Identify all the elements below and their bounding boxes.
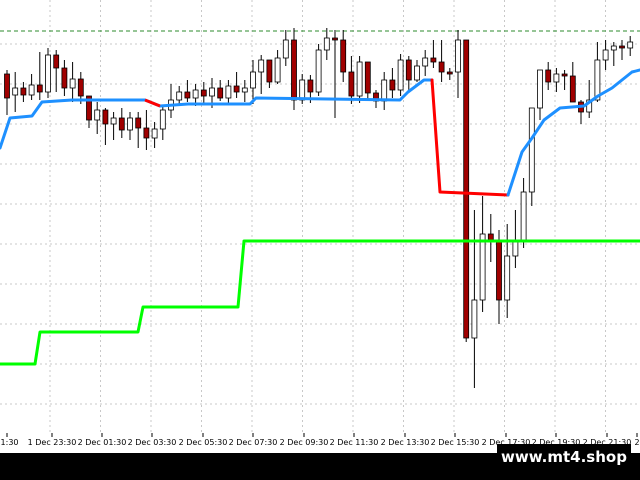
chart-svg [0, 0, 640, 433]
candle-bull [250, 71, 256, 89]
candle-bear [389, 79, 396, 91]
candle-bear [4, 73, 10, 99]
candle-bull [504, 255, 511, 301]
candle-bull [12, 87, 19, 96]
x-tick-label: 2 Dec 07:30 [229, 438, 278, 447]
candle-bear [36, 84, 43, 93]
candle-bull [610, 45, 617, 51]
candle-bear [364, 61, 371, 94]
candle-bull [282, 39, 289, 59]
candle-bull [479, 233, 486, 301]
candle-bull [356, 61, 363, 97]
candle-bear [217, 87, 224, 99]
candle-bull [602, 49, 609, 61]
candle-bear [200, 89, 207, 97]
candle-bull [528, 107, 535, 193]
candle-bull [471, 299, 478, 339]
candle-bull [455, 39, 461, 73]
candle-bear [184, 91, 191, 99]
candle-bear [102, 109, 109, 125]
candle-bull [209, 87, 215, 97]
x-tick-label: 2 Dec 01:30 [78, 438, 127, 447]
candle-bull [422, 57, 429, 67]
candle-bull [192, 89, 199, 99]
candle-bull [241, 87, 248, 93]
candle-bull [627, 41, 634, 49]
candle-bull [225, 85, 232, 99]
candle-bull [151, 128, 158, 139]
candle-bear [446, 71, 453, 75]
candle-bull [110, 117, 117, 125]
candle-bear [233, 85, 240, 93]
candle-bear [307, 79, 314, 93]
candle-bull [315, 49, 322, 93]
candle-bull [537, 69, 543, 109]
x-tick-label: 2 Dec 11:30 [330, 438, 379, 447]
candle-bull [323, 37, 330, 51]
candle-bull [69, 78, 76, 89]
candle-bear [438, 61, 445, 73]
candle-bull [28, 84, 35, 96]
indicator-red-segment [144, 98, 161, 108]
candle-bull [258, 59, 265, 73]
candle-bear [143, 127, 150, 139]
candle-bear [291, 39, 297, 101]
candle-bull [45, 54, 51, 93]
candle-bull [274, 57, 281, 83]
x-tick-label: 2 Dec 13:30 [381, 438, 430, 447]
candle-bull [512, 241, 519, 257]
candle-bull [381, 79, 388, 102]
x-tick-label: 21:30 [0, 438, 19, 447]
candle-bear [61, 67, 68, 89]
indicator-line-4 [0, 239, 640, 366]
candle-bear [463, 39, 470, 339]
candle-bear [569, 75, 576, 103]
candle-bear [496, 241, 502, 301]
candle-bear [332, 37, 338, 41]
candle-bear [619, 45, 625, 49]
x-tick-label: 2 Dec 05:30 [179, 438, 228, 447]
x-tick-label: 1 Dec 23:30 [28, 438, 77, 447]
watermark-label: www.mt4.shop [497, 444, 631, 470]
candle-bull [176, 91, 183, 101]
candle-bull [159, 109, 166, 130]
candle-bull [127, 117, 133, 131]
candle-bull [520, 191, 527, 243]
candle-bear [405, 59, 412, 81]
x-tick-label: 2 Dec 03:30 [128, 438, 177, 447]
candle-bear [561, 73, 568, 77]
candle-bull [397, 59, 404, 91]
candle-bear [340, 39, 347, 73]
candle-bear [53, 54, 60, 69]
candle-bear [545, 69, 552, 83]
price-chart [0, 0, 640, 433]
candle-bull [299, 79, 306, 101]
candle-bear [20, 87, 27, 96]
candle-bear [266, 59, 273, 83]
candle-bear [118, 117, 125, 131]
candle-bull [414, 65, 420, 81]
indicator-line-2 [430, 78, 510, 197]
candle-bear [135, 117, 142, 129]
x-tick-label: 2 Dec 09:30 [280, 438, 329, 447]
candle-bull [94, 109, 101, 121]
candle-bull [553, 73, 560, 83]
candle-bear [77, 78, 84, 97]
candle-bear [430, 57, 437, 63]
x-tick-label: 2 [634, 438, 639, 447]
x-tick-label: 2 Dec 15:30 [431, 438, 480, 447]
candle-bear [348, 71, 355, 97]
